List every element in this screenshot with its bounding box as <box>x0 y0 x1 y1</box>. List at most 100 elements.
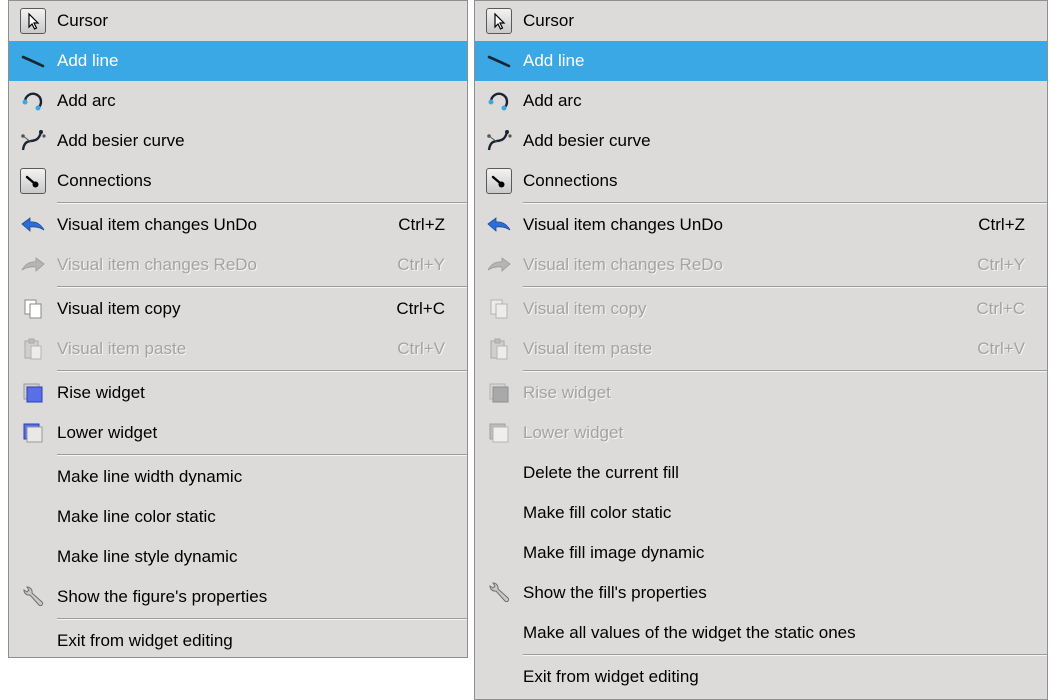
menu-item-copy[interactable]: Visual item copy Ctrl+C <box>475 289 1047 329</box>
menu-item-make-fill-image-dynamic[interactable]: Make fill image dynamic <box>475 533 1047 573</box>
menu-item-shortcut: Ctrl+C <box>396 299 445 318</box>
menu-item-add-line[interactable]: Add line <box>9 41 467 81</box>
paste-icon <box>475 329 523 369</box>
menu-item-label: Make line style dynamic <box>57 547 238 566</box>
context-menu-right: Cursor Add line Add arc Add besier curve… <box>474 0 1048 700</box>
menu-item-label: Visual item paste <box>57 339 187 358</box>
menu-item-label: Cursor <box>57 11 109 30</box>
menu-item-redo[interactable]: Visual item changes ReDo Ctrl+Y <box>475 245 1047 285</box>
menu-item-undo[interactable]: Visual item changes UnDo Ctrl+Z <box>9 205 467 245</box>
menu-item-label: Make line width dynamic <box>57 467 243 486</box>
menu-item-label: Add line <box>523 51 585 70</box>
menu-item-label: Rise widget <box>57 383 145 402</box>
line-icon <box>475 41 523 81</box>
menu-item-make-all-values-static[interactable]: Make all values of the widget the static… <box>475 613 1047 653</box>
copy-icon <box>475 289 523 329</box>
menu-item-exit-widget-editing[interactable]: Exit from widget editing <box>475 657 1047 697</box>
menu-item-delete-current-fill[interactable]: Delete the current fill <box>475 453 1047 493</box>
redo-icon <box>9 245 57 285</box>
menu-item-rise-widget[interactable]: Rise widget <box>9 373 467 413</box>
menu-item-label: Add besier curve <box>523 131 651 150</box>
cursor-icon <box>475 1 523 41</box>
menu-item-label: Add arc <box>57 91 116 110</box>
menu-item-connections[interactable]: Connections <box>475 161 1047 201</box>
menu-item-label: Visual item changes UnDo <box>523 215 724 234</box>
undo-icon <box>9 205 57 245</box>
menu-item-exit-widget-editing[interactable]: Exit from widget editing <box>9 621 467 661</box>
copy-icon <box>9 289 57 329</box>
menu-item-shortcut: Ctrl+V <box>977 339 1025 358</box>
menu-item-add-arc[interactable]: Add arc <box>475 81 1047 121</box>
menu-item-shortcut: Ctrl+Z <box>398 215 445 234</box>
menu-item-label: Visual item paste <box>523 339 653 358</box>
menu-item-make-line-width-dynamic[interactable]: Make line width dynamic <box>9 457 467 497</box>
menu-item-show-figure-properties[interactable]: Show the figure's properties <box>9 577 467 617</box>
bezier-icon <box>9 121 57 161</box>
wrench-icon <box>475 573 523 613</box>
menu-item-label: Visual item copy <box>523 299 647 318</box>
redo-icon <box>475 245 523 285</box>
menu-item-label: Lower widget <box>57 423 158 442</box>
menu-item-shortcut: Ctrl+Y <box>397 255 445 274</box>
menu-item-label: Add arc <box>523 91 582 110</box>
menu-item-label: Visual item copy <box>57 299 181 318</box>
paste-icon <box>9 329 57 369</box>
menu-item-lower-widget[interactable]: Lower widget <box>9 413 467 453</box>
menu-item-label: Add line <box>57 51 119 70</box>
undo-icon <box>475 205 523 245</box>
connections-icon <box>475 161 523 201</box>
menu-item-label: Exit from widget editing <box>523 667 699 686</box>
connections-icon <box>9 161 57 201</box>
menu-item-make-fill-color-static[interactable]: Make fill color static <box>475 493 1047 533</box>
menu-item-add-bezier-curve[interactable]: Add besier curve <box>9 121 467 161</box>
menu-item-label: Visual item changes ReDo <box>57 255 258 274</box>
menu-item-lower-widget[interactable]: Lower widget <box>475 413 1047 453</box>
menu-item-show-fill-properties[interactable]: Show the fill's properties <box>475 573 1047 613</box>
menu-item-label: Make line color static <box>57 507 216 526</box>
lower-icon <box>475 413 523 453</box>
menu-item-label: Rise widget <box>523 383 611 402</box>
menu-item-rise-widget[interactable]: Rise widget <box>475 373 1047 413</box>
menu-item-label: Add besier curve <box>57 131 185 150</box>
menu-item-label: Visual item changes ReDo <box>523 255 724 274</box>
menu-item-label: Make all values of the widget the static… <box>523 623 856 642</box>
menu-item-shortcut: Ctrl+C <box>976 299 1025 318</box>
raise-icon <box>475 373 523 413</box>
menu-item-paste[interactable]: Visual item paste Ctrl+V <box>9 329 467 369</box>
menu-item-shortcut: Ctrl+Y <box>977 255 1025 274</box>
menu-item-label: Make fill image dynamic <box>523 543 705 562</box>
menu-item-redo[interactable]: Visual item changes ReDo Ctrl+Y <box>9 245 467 285</box>
line-icon <box>9 41 57 81</box>
menu-item-label: Delete the current fill <box>523 463 679 482</box>
menu-item-label: Show the figure's properties <box>57 587 268 606</box>
menu-item-make-line-color-static[interactable]: Make line color static <box>9 497 467 537</box>
menu-item-add-arc[interactable]: Add arc <box>9 81 467 121</box>
arc-icon <box>9 81 57 121</box>
menu-item-label: Connections <box>523 171 618 190</box>
menu-item-label: Show the fill's properties <box>523 583 707 602</box>
menu-item-label: Lower widget <box>523 423 624 442</box>
menu-item-label: Exit from widget editing <box>57 631 233 650</box>
menu-item-undo[interactable]: Visual item changes UnDo Ctrl+Z <box>475 205 1047 245</box>
cursor-icon <box>9 1 57 41</box>
menu-item-cursor[interactable]: Cursor <box>9 1 467 41</box>
arc-icon <box>475 81 523 121</box>
menu-item-paste[interactable]: Visual item paste Ctrl+V <box>475 329 1047 369</box>
menu-item-cursor[interactable]: Cursor <box>475 1 1047 41</box>
menu-item-label: Make fill color static <box>523 503 672 522</box>
menu-item-connections[interactable]: Connections <box>9 161 467 201</box>
menu-item-make-line-style-dynamic[interactable]: Make line style dynamic <box>9 537 467 577</box>
menu-item-add-line[interactable]: Add line <box>475 41 1047 81</box>
wrench-icon <box>9 577 57 617</box>
menu-item-label: Cursor <box>523 11 575 30</box>
menu-item-shortcut: Ctrl+Z <box>978 215 1025 234</box>
menu-item-add-bezier-curve[interactable]: Add besier curve <box>475 121 1047 161</box>
bezier-icon <box>475 121 523 161</box>
menu-item-label: Connections <box>57 171 152 190</box>
lower-icon <box>9 413 57 453</box>
raise-icon <box>9 373 57 413</box>
menu-item-shortcut: Ctrl+V <box>397 339 445 358</box>
context-menu-left: Cursor Add line Add arc Add besier curve… <box>8 0 468 658</box>
menu-item-copy[interactable]: Visual item copy Ctrl+C <box>9 289 467 329</box>
menu-item-label: Visual item changes UnDo <box>57 215 258 234</box>
